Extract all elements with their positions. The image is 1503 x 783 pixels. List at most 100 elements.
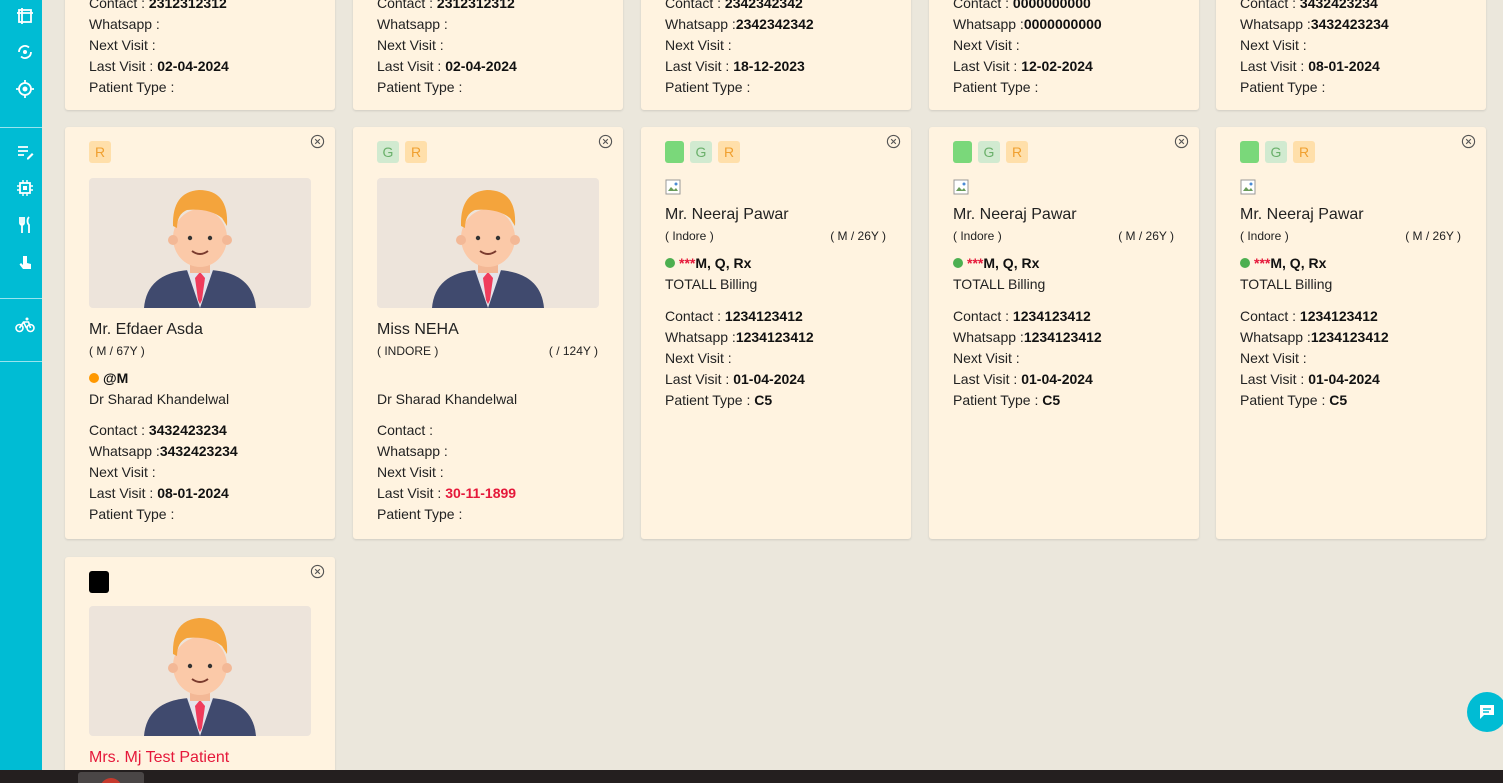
badge-black (89, 571, 109, 593)
patient-name[interactable]: Mr. Neeraj Pawar (1240, 205, 1364, 225)
grid-icon[interactable] (13, 4, 37, 28)
patient-type-value: C5 (754, 392, 773, 408)
bicycle-icon[interactable] (13, 313, 37, 337)
last-visit-value: 02-04-2024 (157, 58, 229, 74)
billing-type: TOTALL Billing (1240, 276, 1333, 292)
last-visit-label: Last Visit : (89, 485, 158, 501)
patient-card[interactable]: G R Mr. Neeraj Pawar ( Indore ) ( M / 26… (929, 127, 1199, 539)
billing-type: TOTALL Billing (665, 276, 758, 292)
patient-card[interactable]: Contact : 2312312312 Whatsapp : Next Vis… (65, 0, 335, 110)
patient-card[interactable]: G R Mr. Neeraj Pawar ( Indore ) ( M / 26… (641, 127, 911, 539)
priority-stars: *** (1254, 255, 1271, 271)
contact-value: 1234123412 (1012, 308, 1091, 324)
app-icon (100, 778, 122, 783)
last-visit-label: Last Visit : (953, 371, 1022, 387)
last-visit-value: 01-04-2024 (1308, 371, 1380, 387)
patient-card[interactable]: Mrs. Mj Test Patient (65, 557, 335, 783)
patient-type-label: Patient Type : (665, 79, 751, 95)
badge-g: G (690, 141, 712, 163)
next-visit-label: Next Visit : (89, 464, 156, 480)
sync-icon[interactable] (13, 40, 37, 64)
whatsapp-label: Whatsapp : (665, 16, 736, 32)
sidebar-divider (0, 127, 42, 128)
patient-type-label: Patient Type : (377, 506, 463, 522)
patient-name[interactable]: Mr. Efdaer Asda (89, 320, 203, 340)
contact-value: 2342342342 (724, 0, 803, 11)
patient-name[interactable]: Mrs. Mj Test Patient (89, 748, 229, 768)
next-visit-label: Next Visit : (377, 37, 444, 53)
close-icon[interactable] (1174, 134, 1189, 149)
last-visit-label: Last Visit : (665, 58, 734, 74)
last-visit-value: 01-04-2024 (1021, 371, 1093, 387)
fork-knife-icon[interactable] (13, 213, 37, 237)
whatsapp-label: Whatsapp : (665, 329, 736, 345)
patient-name[interactable]: Miss NEHA (377, 320, 459, 340)
patient-type-label: Patient Type : (89, 79, 175, 95)
target-icon[interactable] (13, 77, 37, 101)
gender-age: ( / 124Y ) (548, 344, 598, 358)
contact-value: 2312312312 (436, 0, 515, 11)
last-visit-value: 01-04-2024 (733, 371, 805, 387)
whatsapp-value: 1234123412 (735, 329, 814, 345)
notes-edit-icon[interactable] (13, 140, 37, 164)
patient-type-label: Patient Type : (89, 506, 175, 522)
patient-name[interactable]: Mr. Neeraj Pawar (665, 205, 789, 225)
touch-icon[interactable] (13, 251, 37, 275)
last-visit-label: Last Visit : (665, 371, 734, 387)
contact-label: Contact : (953, 308, 1013, 324)
patient-card[interactable]: Contact : 3432423234 Whatsapp :343242323… (1216, 0, 1486, 110)
close-icon[interactable] (310, 134, 325, 149)
patient-type-label: Patient Type : (953, 79, 1039, 95)
whatsapp-label: Whatsapp : (89, 443, 160, 459)
taskbar (0, 770, 1503, 783)
patient-type-label: Patient Type : (665, 392, 755, 408)
patient-card[interactable]: G R Miss NEHA ( INDORE ) ( / 124Y ) Dr S… (353, 127, 623, 539)
whatsapp-value: 2342342342 (735, 16, 814, 32)
whatsapp-label: Whatsapp : (377, 443, 448, 459)
whatsapp-value: 3432423234 (159, 443, 238, 459)
gender-age: ( M / 67Y ) (89, 344, 145, 358)
chat-icon (1480, 705, 1494, 719)
patient-card[interactable]: Contact : 2312312312 Whatsapp : Next Vis… (353, 0, 623, 110)
status-dot (665, 258, 675, 269)
badge-green (1240, 141, 1259, 163)
contact-label: Contact : (377, 422, 434, 438)
badge-r: R (89, 141, 111, 163)
next-visit-label: Next Visit : (665, 37, 732, 53)
whatsapp-label: Whatsapp : (953, 16, 1024, 32)
patient-tags: M, Q, Rx (695, 255, 752, 271)
close-icon[interactable] (598, 134, 613, 149)
patient-card[interactable]: Contact : 0000000000 Whatsapp :000000000… (929, 0, 1199, 110)
taskbar-app[interactable] (78, 772, 144, 783)
city: ( INDORE ) (377, 344, 439, 358)
gender-age: ( M / 26Y ) (830, 229, 886, 243)
close-icon[interactable] (310, 564, 325, 579)
patient-card[interactable]: G R Mr. Neeraj Pawar ( Indore ) ( M / 26… (1216, 127, 1486, 539)
next-visit-label: Next Visit : (377, 464, 444, 480)
close-icon[interactable] (886, 134, 901, 149)
sidebar (0, 0, 42, 770)
chip-icon[interactable] (13, 176, 37, 200)
contact-value: 1234123412 (1299, 308, 1378, 324)
doctor-name: Dr Sharad Khandelwal (377, 391, 518, 407)
badge-group: R (89, 141, 111, 163)
patient-card[interactable]: Contact : 2342342342 Whatsapp :234234234… (641, 0, 911, 110)
contact-label: Contact : (1240, 308, 1300, 324)
whatsapp-label: Whatsapp : (1240, 16, 1311, 32)
badge-r: R (1293, 141, 1315, 163)
chat-button[interactable] (1467, 692, 1503, 732)
next-visit-label: Next Visit : (1240, 37, 1307, 53)
patient-tag: @M (103, 370, 129, 386)
contact-value: 1234123412 (724, 308, 803, 324)
status-dot (953, 258, 963, 269)
avatar (89, 178, 311, 308)
whatsapp-value: 1234123412 (1023, 329, 1102, 345)
last-visit-label: Last Visit : (377, 58, 446, 74)
city: ( Indore ) (953, 229, 1002, 243)
last-visit-value: 02-04-2024 (445, 58, 517, 74)
close-icon[interactable] (1461, 134, 1476, 149)
patient-name[interactable]: Mr. Neeraj Pawar (953, 205, 1077, 225)
next-visit-label: Next Visit : (953, 37, 1020, 53)
patient-card[interactable]: R Mr. Efdaer Asda ( M / 67Y ) @M Dr Shar… (65, 127, 335, 539)
patient-tags: M, Q, Rx (1270, 255, 1327, 271)
